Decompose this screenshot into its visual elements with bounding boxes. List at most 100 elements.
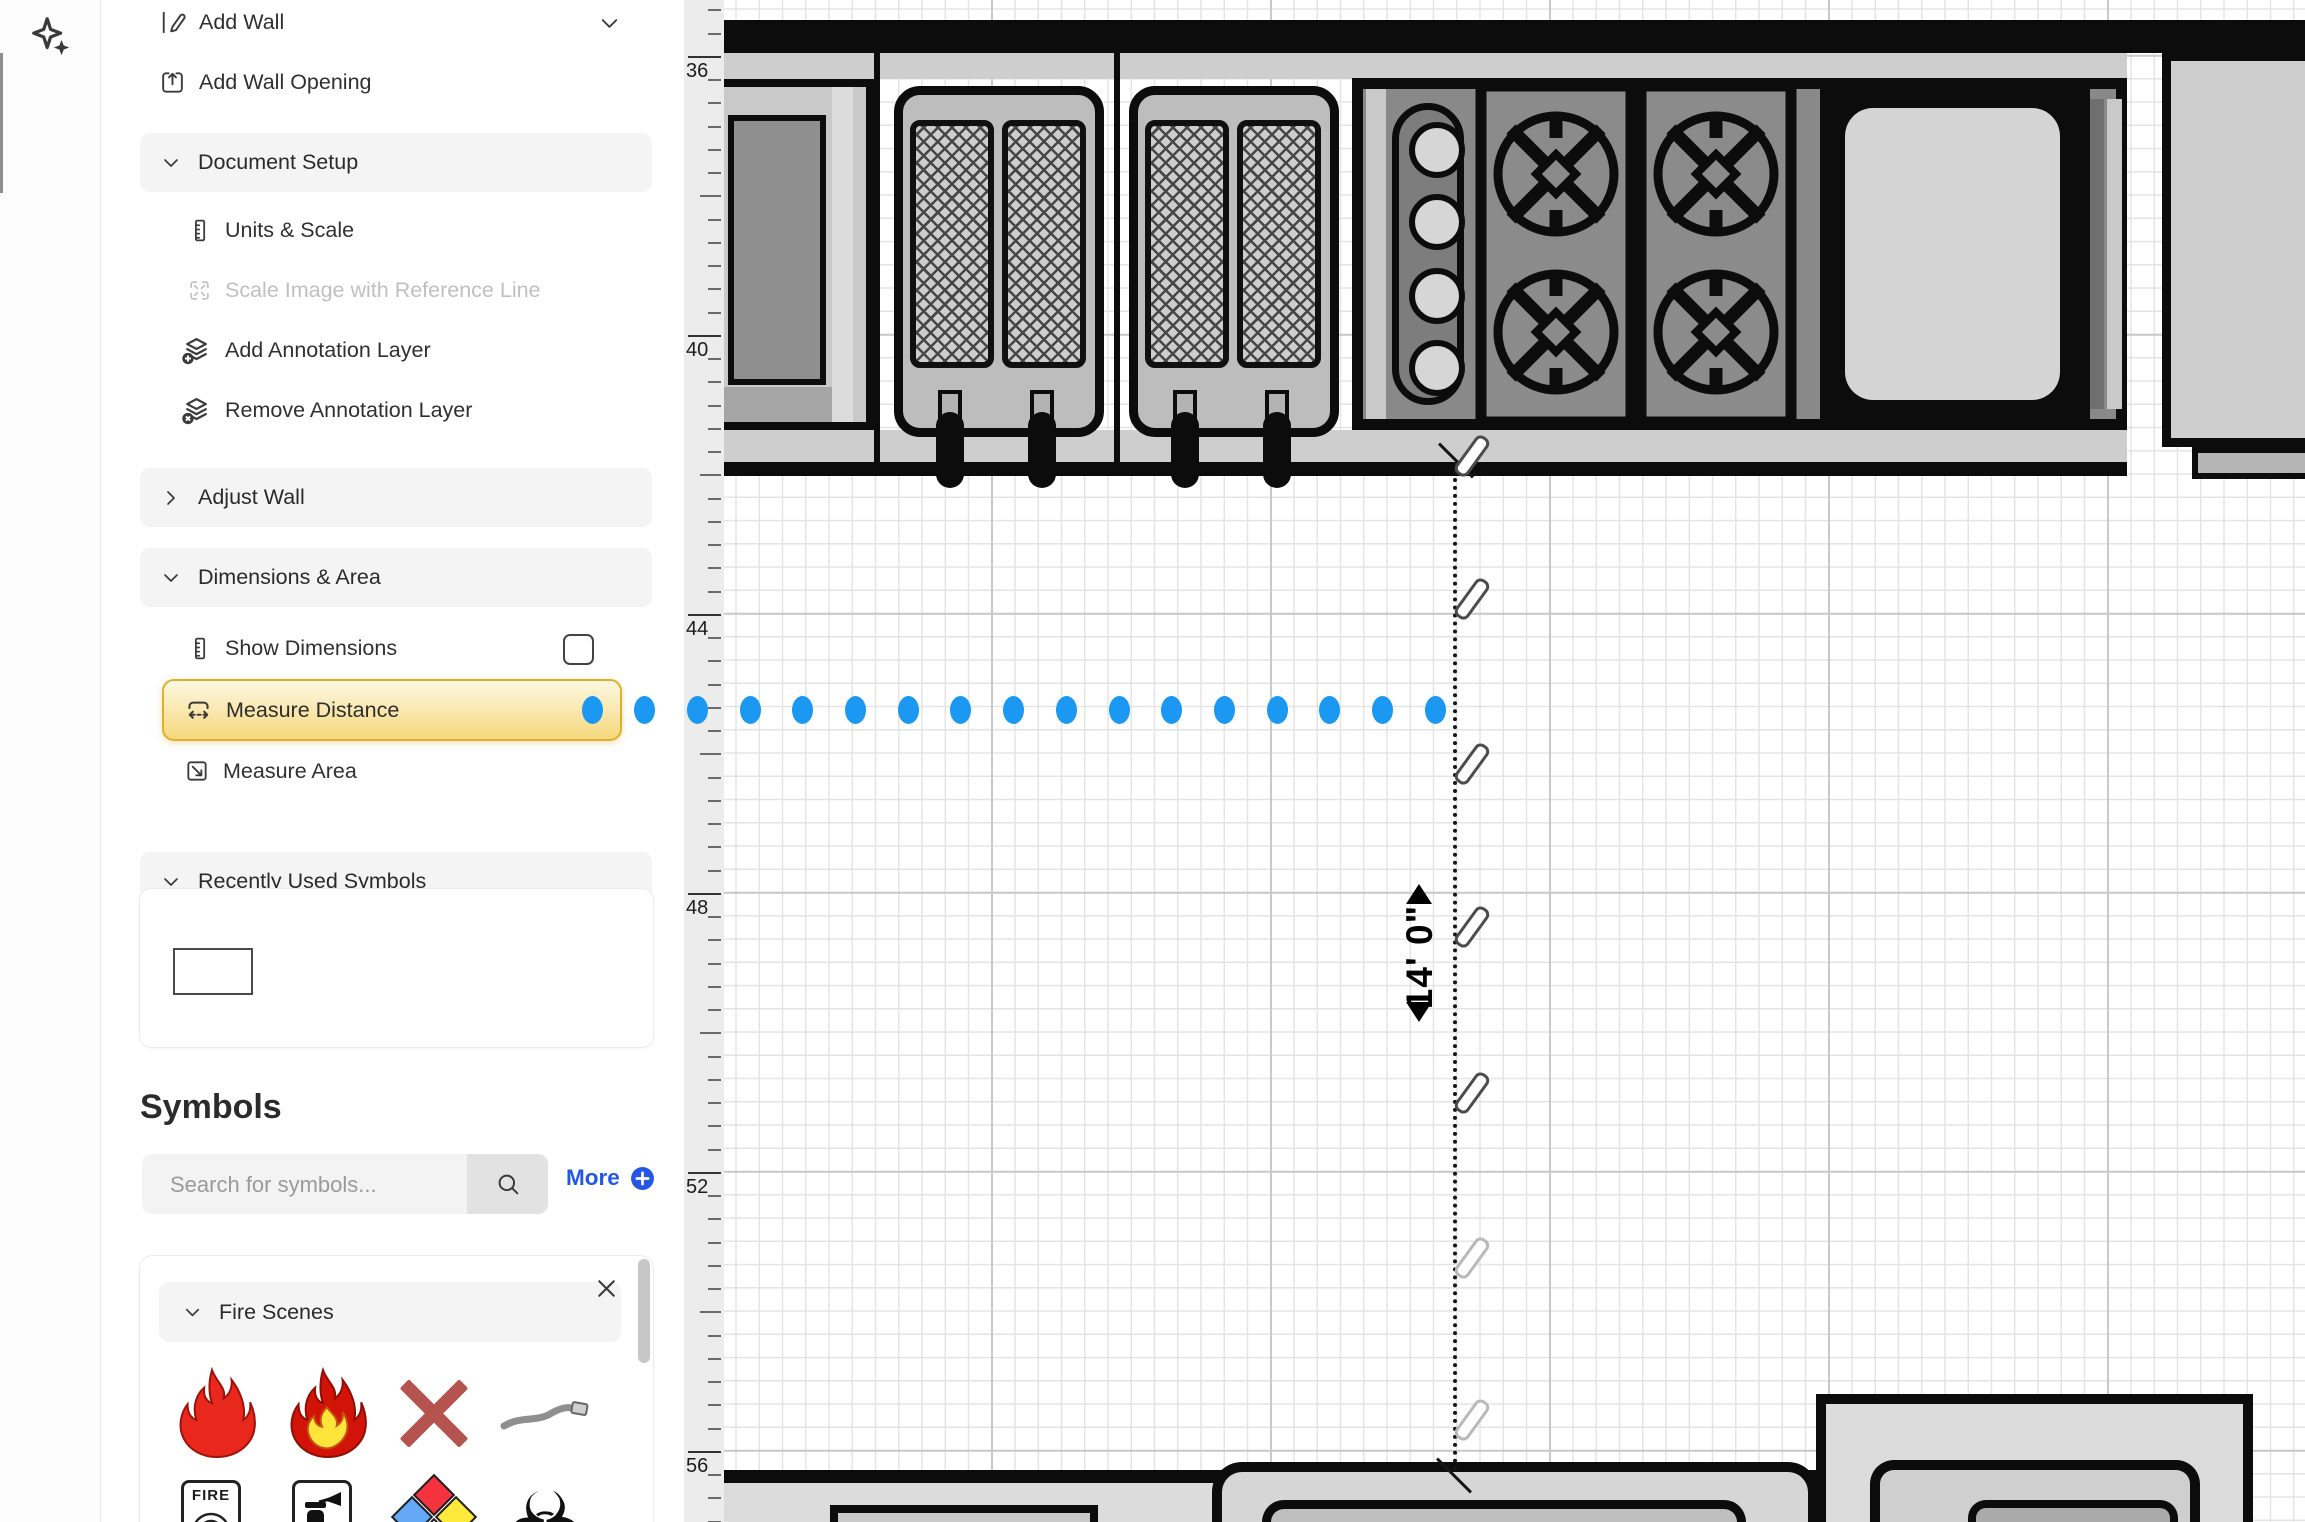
ruler-tick xyxy=(708,219,721,221)
prep-counter-middle[interactable] xyxy=(1212,1462,1818,1522)
section-adjust-wall[interactable]: Adjust Wall xyxy=(140,468,652,527)
ruler-tick xyxy=(708,149,721,151)
add-annotation-layer-label: Add Annotation Layer xyxy=(225,338,431,363)
ruler-tick xyxy=(708,986,721,988)
ruler-tick xyxy=(708,428,721,430)
prep-table-left[interactable] xyxy=(830,1505,1098,1522)
ruler-icon xyxy=(187,636,212,661)
counter-right-step xyxy=(2192,447,2305,479)
ruler-tick xyxy=(688,893,721,895)
ruler-tick xyxy=(708,1358,721,1360)
ruler-tick xyxy=(708,9,721,11)
remove-annotation-layer-label: Remove Annotation Layer xyxy=(225,398,472,423)
ruler-tick xyxy=(708,405,721,407)
search-button[interactable] xyxy=(467,1154,548,1214)
symbol-fire-extinguisher-sign[interactable] xyxy=(278,1476,368,1522)
show-dimensions-item[interactable]: Show Dimensions xyxy=(187,625,397,671)
units-scale-label: Units & Scale xyxy=(225,218,354,243)
measure-area-item[interactable]: Measure Area xyxy=(184,748,357,794)
measure-dot xyxy=(1056,696,1077,724)
ruler-tick xyxy=(700,753,721,755)
measure-distance-label: Measure Distance xyxy=(226,698,399,723)
section-label: Adjust Wall xyxy=(198,485,305,510)
section-label: Document Setup xyxy=(198,150,358,175)
ruler-tick xyxy=(708,265,721,267)
symbol-hose[interactable] xyxy=(500,1364,590,1462)
wall-divider xyxy=(1114,53,1120,462)
ruler-tick xyxy=(708,846,721,848)
ruler-tick xyxy=(708,1149,721,1151)
ruler-tick xyxy=(708,730,721,732)
symbol-flame[interactable] xyxy=(167,1364,257,1462)
sparkle-ai-icon[interactable] xyxy=(28,14,74,60)
prohibited-x-icon xyxy=(389,1367,479,1460)
ruler-tick xyxy=(708,963,721,965)
units-scale-item[interactable]: Units & Scale xyxy=(187,207,354,253)
ruler-tick xyxy=(708,1102,721,1104)
remove-annotation-layer-item[interactable]: Remove Annotation Layer xyxy=(181,387,472,433)
prep-counter-right[interactable] xyxy=(1816,1394,2253,1522)
hose-icon xyxy=(500,1388,590,1438)
show-dimensions-checkbox[interactable] xyxy=(563,634,594,665)
fire-alarm-sign-icon: FIRE xyxy=(167,1476,257,1522)
more-symbols-button[interactable]: More xyxy=(566,1165,655,1191)
symbol-search-input[interactable] xyxy=(142,1154,488,1216)
range-knob xyxy=(1409,194,1465,250)
add-annotation-layer-item[interactable]: Add Annotation Layer xyxy=(181,327,431,373)
ruler-tick xyxy=(708,1009,721,1011)
wall-top[interactable] xyxy=(724,20,2305,53)
rail-scrollbar[interactable] xyxy=(0,53,3,193)
ruler-tick xyxy=(708,358,721,360)
range-knob xyxy=(1409,340,1465,396)
symbol-nfpa-diamond[interactable] xyxy=(389,1476,479,1522)
ruler-tick xyxy=(708,823,721,825)
left-rail xyxy=(0,0,101,1522)
fryer-basket xyxy=(1002,120,1086,368)
recent-symbol-rectangle[interactable] xyxy=(173,948,253,995)
measure-dot xyxy=(1003,696,1024,724)
add-wall-opening-button[interactable]: Add Wall Opening xyxy=(159,59,372,105)
ruler-tick xyxy=(708,800,721,802)
symbol-biohazard[interactable]: ☣ xyxy=(500,1476,590,1522)
ruler-tick xyxy=(708,1218,721,1220)
ruler-tick xyxy=(708,1125,721,1127)
fire-card-scrollbar[interactable] xyxy=(638,1259,650,1363)
ruler-tick xyxy=(708,33,721,35)
measure-area-label: Measure Area xyxy=(223,759,357,784)
ruler-number: 44 xyxy=(686,618,708,641)
ruler-tick xyxy=(708,1288,721,1290)
close-icon[interactable] xyxy=(592,1274,621,1303)
nfpa-diamond-icon xyxy=(389,1476,479,1522)
measure-distance-button-active[interactable]: Measure Distance xyxy=(162,679,622,741)
section-document-setup[interactable]: Document Setup xyxy=(140,133,652,192)
chevron-down-icon xyxy=(159,151,183,175)
ruler-tick xyxy=(688,614,721,616)
symbol-flame-yellow[interactable] xyxy=(278,1364,368,1462)
section-label: Dimensions & Area xyxy=(198,565,381,590)
fire-scenes-header[interactable]: Fire Scenes xyxy=(159,1282,621,1342)
counter-right[interactable] xyxy=(2162,52,2305,447)
range-left-strip xyxy=(1366,89,1386,419)
section-dimensions-area[interactable]: Dimensions & Area xyxy=(140,548,652,607)
ruler-tick xyxy=(708,777,721,779)
ruler-tick xyxy=(708,637,721,639)
griddle-box[interactable] xyxy=(1820,84,2090,430)
chevron-down-icon[interactable] xyxy=(596,10,623,37)
ruler-number: 48 xyxy=(686,897,708,920)
ruler-tick xyxy=(708,1381,721,1383)
symbol-prohibited-x[interactable] xyxy=(389,1364,479,1462)
ruler-tick xyxy=(708,172,721,174)
add-wall-button[interactable]: Add Wall xyxy=(159,0,284,45)
range-knob xyxy=(1409,268,1465,324)
symbol-fire-alarm-sign[interactable]: FIRE xyxy=(167,1476,257,1522)
range-knob xyxy=(1409,122,1465,178)
counter-left-strip xyxy=(832,87,853,422)
burner-grates[interactable] xyxy=(1475,82,1815,426)
chevron-down-icon xyxy=(181,1301,204,1324)
ruler-tick xyxy=(708,1242,721,1244)
ruler-number: 52 xyxy=(686,1176,708,1199)
counter-left[interactable] xyxy=(724,79,874,430)
scale-image-label: Scale Image with Reference Line xyxy=(225,278,541,303)
vertical-ruler: 364044485256 xyxy=(684,0,724,1522)
search-icon xyxy=(494,1170,522,1198)
